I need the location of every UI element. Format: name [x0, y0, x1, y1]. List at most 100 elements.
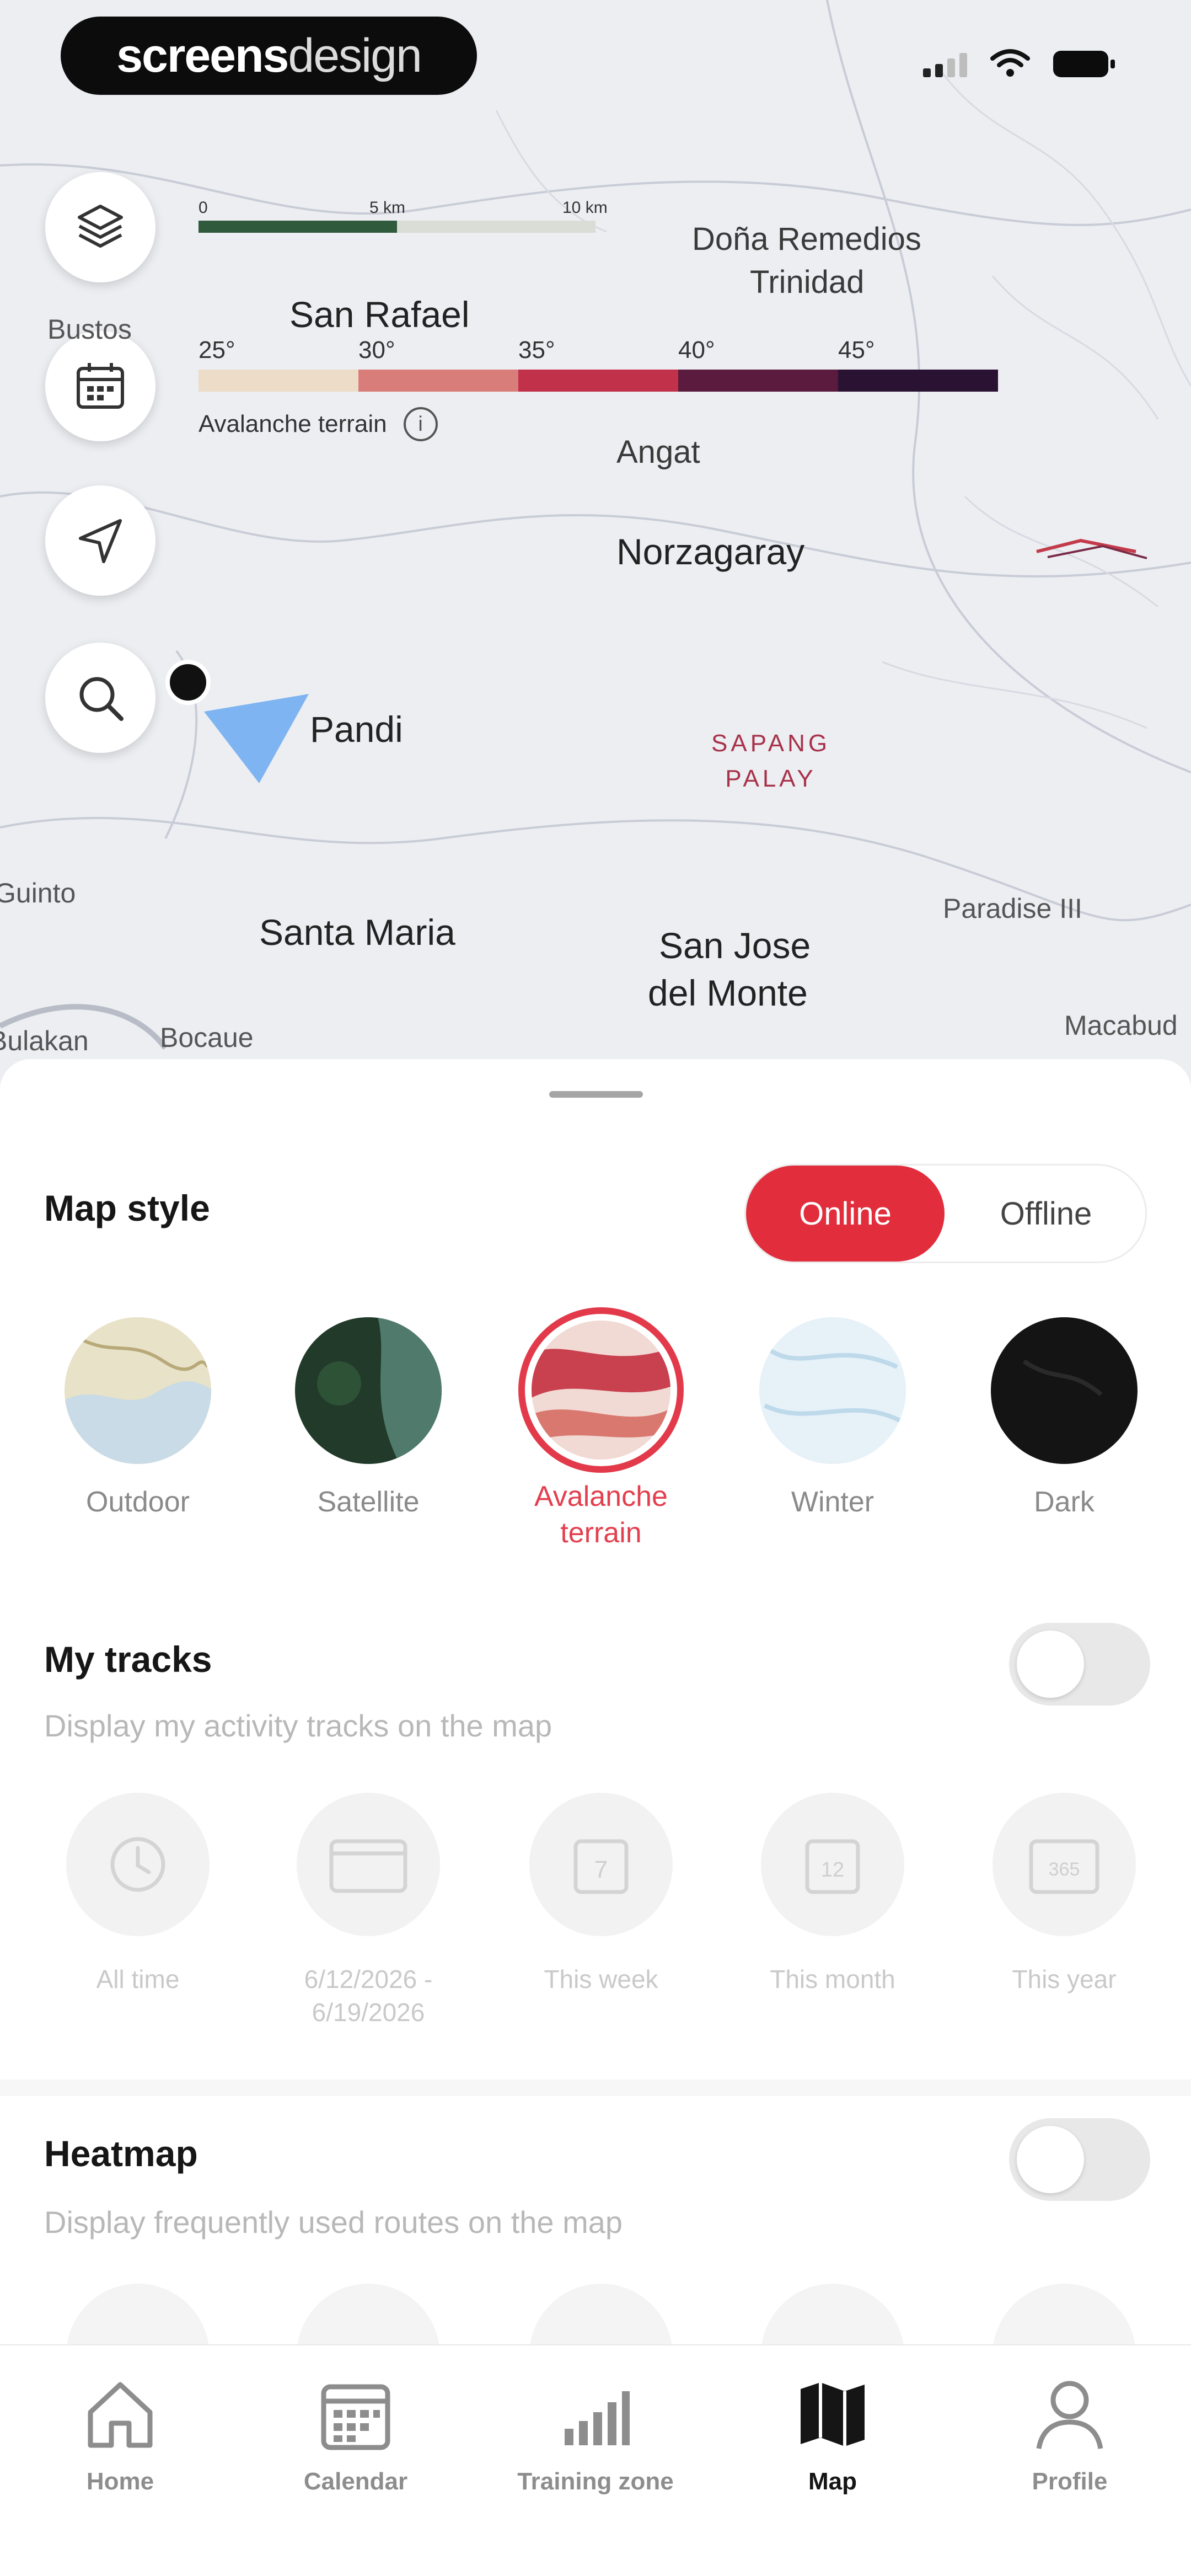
track-date-range[interactable]: 6/12/2026 - 6/19/2026: [264, 1793, 473, 2029]
place-label: San Rafael: [289, 294, 470, 335]
heatmap-options: [0, 2284, 1191, 2350]
scale-bar-empty: [397, 221, 596, 233]
heatmap-title: Heatmap: [44, 2133, 198, 2174]
avalanche-color-segment: [518, 370, 678, 392]
tab-training-zone[interactable]: Training zone: [485, 2367, 706, 2495]
my-tracks-title: My tracks: [44, 1639, 212, 1680]
avalanche-legend: 25° 30° 35° 40° 45° Avalanche terrain i: [198, 336, 998, 441]
heatmap-toggle[interactable]: [1009, 2118, 1150, 2201]
navigation-icon: [79, 519, 122, 563]
style-label: Winter: [791, 1486, 875, 1518]
avalanche-color-segment: [678, 370, 838, 392]
place-label: Doña Remedios: [692, 221, 921, 257]
battery-icon: [1053, 51, 1115, 77]
svg-text:7: 7: [594, 1856, 608, 1883]
status-bar: [923, 49, 1115, 77]
place-label: Macabud: [1064, 1010, 1178, 1041]
home-icon: [88, 2382, 153, 2448]
calendar-365-icon: 365: [1029, 1839, 1099, 1894]
tab-map[interactable]: Map: [722, 2367, 943, 2495]
offline-option[interactable]: Offline: [947, 1166, 1145, 1262]
map-style-options: Outdoor Satellite Avalanche terrain Wint…: [0, 1307, 1191, 1594]
heatmap-option[interactable]: [993, 2284, 1136, 2350]
avalanche-thumbnail: [518, 1307, 684, 1473]
map-style-dark[interactable]: Dark: [959, 1307, 1169, 1520]
my-tracks-subtitle: Display my activity tracks on the map: [44, 1708, 552, 1743]
map-style-satellite[interactable]: Satellite: [264, 1307, 473, 1520]
style-label: Dark: [1034, 1486, 1095, 1518]
user-location-marker: [165, 660, 211, 705]
svg-text:365: 365: [1049, 1859, 1080, 1880]
map-style-title: Map style: [44, 1188, 210, 1228]
map-style-winter[interactable]: Winter: [728, 1307, 937, 1520]
svg-text:12: 12: [821, 1858, 844, 1882]
place-label: Norzagaray: [616, 531, 805, 572]
tab-profile[interactable]: Profile: [959, 2367, 1180, 2495]
bar-chart-icon: [565, 2391, 630, 2445]
layers-button[interactable]: [45, 172, 155, 282]
avalanche-color-segment: [838, 370, 998, 392]
avalanche-caption: Avalanche terrain: [198, 410, 387, 437]
heatmap-option[interactable]: [297, 2284, 440, 2350]
place-label: Trinidad: [750, 264, 865, 300]
calendar-icon: [77, 363, 124, 409]
track-label: All time: [96, 1965, 180, 1994]
scale-bar-filled: [198, 221, 397, 233]
sheet-drag-handle[interactable]: [549, 1091, 643, 1098]
map-search-button[interactable]: [45, 643, 155, 753]
online-option[interactable]: Online: [746, 1166, 945, 1262]
style-label: Satellite: [317, 1486, 420, 1518]
tab-label: Home: [86, 2468, 154, 2495]
heatmap-option[interactable]: [66, 2284, 210, 2350]
angle-label: 45°: [838, 336, 875, 364]
angle-label: 35°: [518, 336, 555, 364]
online-offline-toggle[interactable]: Online Offline: [744, 1164, 1147, 1263]
place-label: SAPANG PALAY: [711, 730, 831, 792]
search-icon: [79, 677, 124, 721]
tab-label: Profile: [1032, 2468, 1108, 2495]
angle-label: 25°: [198, 336, 235, 364]
map-settings-sheet: Map style Online Offline Outdoor Satelli…: [0, 1059, 1191, 2350]
map-view[interactable]: screens design 0 5 km 10 km 25° 30° 35° …: [0, 0, 1191, 1081]
brand-logo: screens design: [61, 17, 477, 95]
track-this-month[interactable]: 12 This month: [728, 1793, 937, 1996]
tab-label: Map: [808, 2468, 857, 2495]
wifi-icon: [990, 49, 1030, 77]
track-all-time[interactable]: All time: [33, 1793, 243, 1996]
scale-label: 5 km: [369, 199, 406, 217]
calendar-filter-button[interactable]: [45, 331, 155, 441]
place-label: Santa Maria: [259, 912, 455, 953]
scale-label: 0: [198, 199, 208, 217]
track-this-week[interactable]: 7 This week: [496, 1793, 706, 1996]
bottom-tab-bar: Home Calendar Training zone Map Profile: [0, 2344, 1191, 2576]
heatmap-subtitle: Display frequently used routes on the ma…: [44, 2205, 623, 2240]
layers-icon: [78, 205, 123, 248]
date-range-icon: [329, 1839, 407, 1893]
map-style-outdoor[interactable]: Outdoor: [33, 1307, 243, 1520]
angle-label: 40°: [678, 336, 715, 364]
heatmap-option[interactable]: [529, 2284, 673, 2350]
map-scale: 0 5 km 10 km: [198, 199, 629, 233]
heatmap-option[interactable]: [761, 2284, 904, 2350]
map-icon: [801, 2382, 865, 2446]
place-label: Bustos: [47, 314, 132, 345]
track-label: This year: [1012, 1965, 1117, 1994]
tab-home[interactable]: Home: [10, 2367, 230, 2495]
track-this-year[interactable]: 365 This year: [959, 1793, 1169, 1996]
avalanche-color-segment: [198, 370, 358, 392]
style-label: Outdoor: [86, 1486, 190, 1518]
info-icon[interactable]: i: [403, 407, 438, 441]
place-label: Bulakan: [0, 1025, 89, 1056]
locate-me-button[interactable]: [45, 485, 155, 596]
map-style-avalanche-terrain[interactable]: Avalanche terrain: [496, 1307, 706, 1551]
tab-calendar[interactable]: Calendar: [245, 2367, 466, 2495]
place-label: Guinto: [0, 878, 76, 908]
outdoor-thumbnail: [65, 1317, 211, 1464]
clock-icon: [110, 1837, 165, 1892]
calendar-icon: [321, 2384, 390, 2450]
profile-icon: [1036, 2381, 1103, 2449]
place-label: San Jose: [659, 925, 811, 966]
my-tracks-toggle[interactable]: [1009, 1623, 1150, 1706]
avalanche-gradient: [198, 370, 998, 392]
track-label: 6/12/2026 - 6/19/2026: [304, 1965, 433, 2027]
